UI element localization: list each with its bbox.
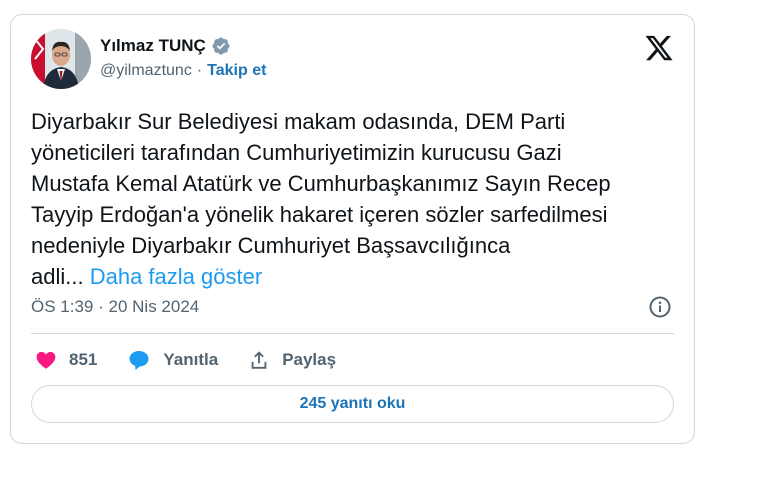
- avatar[interactable]: [31, 29, 91, 89]
- share-upload-icon: [251, 351, 267, 369]
- tweet-card: Yılmaz TUNÇ @yilmaztunc · Takip et Diyar…: [10, 14, 695, 444]
- follow-link[interactable]: Takip et: [207, 62, 266, 80]
- author-handle[interactable]: @yilmaztunc: [100, 62, 192, 80]
- speech-bubble-icon: [129, 351, 149, 370]
- timestamp-separator: ·: [98, 297, 104, 316]
- share-button[interactable]: Paylaş: [248, 349, 336, 371]
- tweet-text-line: nedeniyle Diyarbakır Cumhuriyet Başsavcı…: [31, 233, 511, 258]
- handle-separator: ·: [196, 62, 203, 79]
- info-icon[interactable]: [648, 295, 672, 319]
- tweet-time: ÖS 1:39: [31, 297, 94, 316]
- read-replies-button[interactable]: 245 yanıtı oku: [31, 385, 674, 423]
- share-label: Paylaş: [282, 350, 337, 369]
- tweet-timestamp[interactable]: ÖS 1:39 · 20 Nis 2024: [31, 297, 199, 317]
- divider: [31, 333, 674, 334]
- verified-badge-icon[interactable]: [211, 36, 231, 56]
- handle-row: @yilmaztunc · Takip et: [100, 62, 266, 80]
- tweet-text-line: Mustafa Kemal Atatürk ve Cumhurbaşkanımı…: [31, 171, 611, 196]
- tweet-date: 20 Nis 2024: [108, 297, 200, 316]
- tweet-text-line: Tayyip Erdoğan'a yönelik hakaret içeren …: [31, 202, 608, 227]
- reply-label: Yanıtla: [163, 350, 219, 369]
- name-row: Yılmaz TUNÇ: [100, 35, 266, 57]
- tweet-actions: 851 Yanıtla Paylaş: [35, 348, 336, 372]
- reply-button[interactable]: Yanıtla: [127, 348, 218, 372]
- tweet-text-line: adli...: [31, 264, 84, 289]
- like-button[interactable]: 851: [35, 349, 97, 371]
- tweet-text: Diyarbakır Sur Belediyesi makam odasında…: [31, 106, 681, 292]
- author-display-name[interactable]: Yılmaz TUNÇ: [100, 36, 206, 56]
- x-logo-icon[interactable]: [644, 33, 674, 63]
- tweet-text-line: yöneticileri tarafından Cumhuriyetimizin…: [31, 140, 562, 165]
- heart-icon: [36, 351, 56, 369]
- tweet-header: Yılmaz TUNÇ @yilmaztunc · Takip et: [31, 29, 674, 93]
- author-info: Yılmaz TUNÇ @yilmaztunc · Takip et: [100, 35, 266, 80]
- avatar-image: [31, 29, 91, 89]
- like-count: 851: [69, 350, 98, 369]
- show-more-link[interactable]: Daha fazla göster: [90, 264, 262, 289]
- tweet-text-line: Diyarbakır Sur Belediyesi makam odasında…: [31, 109, 566, 134]
